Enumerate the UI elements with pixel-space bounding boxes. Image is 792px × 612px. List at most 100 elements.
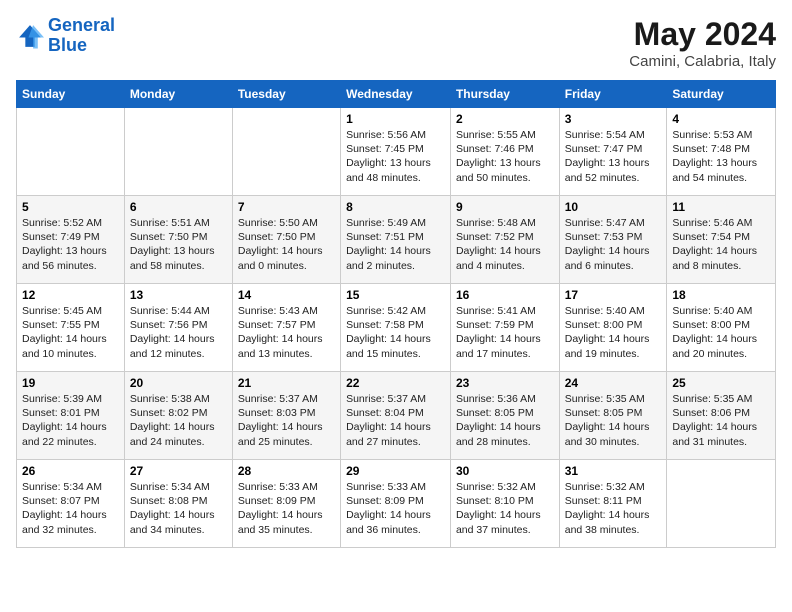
calendar-cell: 16 Sunrise: 5:41 AM Sunset: 7:59 PM Dayli…	[450, 284, 559, 372]
header-row: SundayMondayTuesdayWednesdayThursdayFrid…	[17, 81, 776, 108]
day-info: Sunrise: 5:33 AM Sunset: 8:09 PM Dayligh…	[238, 480, 335, 537]
day-number: 19	[22, 376, 119, 390]
day-info: Sunrise: 5:39 AM Sunset: 8:01 PM Dayligh…	[22, 392, 119, 449]
day-info: Sunrise: 5:32 AM Sunset: 8:10 PM Dayligh…	[456, 480, 554, 537]
day-info: Sunrise: 5:40 AM Sunset: 8:00 PM Dayligh…	[672, 304, 770, 361]
header-cell-monday: Monday	[124, 81, 232, 108]
month-title: May 2024	[629, 16, 776, 53]
calendar-body: 1Sunrise: 5:56 AM Sunset: 7:45 PM Daylig…	[17, 108, 776, 548]
header-cell-wednesday: Wednesday	[341, 81, 451, 108]
day-info: Sunrise: 5:33 AM Sunset: 8:09 PM Dayligh…	[346, 480, 445, 537]
calendar-cell: 19 Sunrise: 5:39 AM Sunset: 8:01 PM Dayli…	[17, 372, 125, 460]
calendar-cell: 7 Sunrise: 5:50 AM Sunset: 7:50 PM Daylig…	[232, 196, 340, 284]
calendar-cell: 3Sunrise: 5:54 AM Sunset: 7:47 PM Daylig…	[559, 108, 667, 196]
calendar-cell: 24 Sunrise: 5:35 AM Sunset: 8:05 PM Dayli…	[559, 372, 667, 460]
day-info: Sunrise: 5:32 AM Sunset: 8:11 PM Dayligh…	[565, 480, 662, 537]
calendar-cell: 28 Sunrise: 5:33 AM Sunset: 8:09 PM Dayli…	[232, 460, 340, 548]
day-info: Sunrise: 5:41 AM Sunset: 7:59 PM Dayligh…	[456, 304, 554, 361]
day-number: 26	[22, 464, 119, 478]
day-number: 15	[346, 288, 445, 302]
day-info: Sunrise: 5:46 AM Sunset: 7:54 PM Dayligh…	[672, 216, 770, 273]
day-info: Sunrise: 5:37 AM Sunset: 8:03 PM Dayligh…	[238, 392, 335, 449]
calendar-table: SundayMondayTuesdayWednesdayThursdayFrid…	[16, 80, 776, 548]
title-block: May 2024 Camini, Calabria, Italy	[629, 16, 776, 70]
location: Camini, Calabria, Italy	[629, 53, 776, 70]
calendar-header: SundayMondayTuesdayWednesdayThursdayFrid…	[17, 81, 776, 108]
calendar-cell: 18 Sunrise: 5:40 AM Sunset: 8:00 PM Dayli…	[667, 284, 776, 372]
day-number: 23	[456, 376, 554, 390]
day-info: Sunrise: 5:55 AM Sunset: 7:46 PM Dayligh…	[456, 128, 554, 185]
day-number: 5	[22, 200, 119, 214]
day-number: 28	[238, 464, 335, 478]
day-info: Sunrise: 5:54 AM Sunset: 7:47 PM Dayligh…	[565, 128, 662, 185]
calendar-cell: 6Sunrise: 5:51 AM Sunset: 7:50 PM Daylig…	[124, 196, 232, 284]
day-number: 18	[672, 288, 770, 302]
day-info: Sunrise: 5:52 AM Sunset: 7:49 PM Dayligh…	[22, 216, 119, 273]
day-number: 14	[238, 288, 335, 302]
day-number: 10	[565, 200, 662, 214]
calendar-cell: 20Sunrise: 5:38 AM Sunset: 8:02 PM Dayli…	[124, 372, 232, 460]
calendar-cell: 12Sunrise: 5:45 AM Sunset: 7:55 PM Dayli…	[17, 284, 125, 372]
day-info: Sunrise: 5:35 AM Sunset: 8:06 PM Dayligh…	[672, 392, 770, 449]
day-number: 27	[130, 464, 227, 478]
calendar-week-3: 12Sunrise: 5:45 AM Sunset: 7:55 PM Dayli…	[17, 284, 776, 372]
calendar-cell: 4 Sunrise: 5:53 AM Sunset: 7:48 PM Daylig…	[667, 108, 776, 196]
logo-icon	[16, 22, 44, 50]
logo-line2: Blue	[48, 35, 87, 55]
day-number: 8	[346, 200, 445, 214]
day-info: Sunrise: 5:53 AM Sunset: 7:48 PM Dayligh…	[672, 128, 770, 185]
day-info: Sunrise: 5:43 AM Sunset: 7:57 PM Dayligh…	[238, 304, 335, 361]
day-info: Sunrise: 5:50 AM Sunset: 7:50 PM Dayligh…	[238, 216, 335, 273]
day-number: 7	[238, 200, 335, 214]
calendar-cell: 2 Sunrise: 5:55 AM Sunset: 7:46 PM Daylig…	[450, 108, 559, 196]
day-number: 4	[672, 112, 770, 126]
day-info: Sunrise: 5:47 AM Sunset: 7:53 PM Dayligh…	[565, 216, 662, 273]
logo-text: General Blue	[48, 16, 115, 56]
calendar-cell	[232, 108, 340, 196]
calendar-cell: 5 Sunrise: 5:52 AM Sunset: 7:49 PM Daylig…	[17, 196, 125, 284]
day-info: Sunrise: 5:34 AM Sunset: 8:08 PM Dayligh…	[130, 480, 227, 537]
day-number: 17	[565, 288, 662, 302]
day-info: Sunrise: 5:56 AM Sunset: 7:45 PM Dayligh…	[346, 128, 445, 185]
page-header: General Blue May 2024 Camini, Calabria, …	[16, 16, 776, 70]
day-info: Sunrise: 5:51 AM Sunset: 7:50 PM Dayligh…	[130, 216, 227, 273]
day-info: Sunrise: 5:48 AM Sunset: 7:52 PM Dayligh…	[456, 216, 554, 273]
header-cell-saturday: Saturday	[667, 81, 776, 108]
calendar-cell: 8 Sunrise: 5:49 AM Sunset: 7:51 PM Daylig…	[341, 196, 451, 284]
header-cell-tuesday: Tuesday	[232, 81, 340, 108]
calendar-cell: 17 Sunrise: 5:40 AM Sunset: 8:00 PM Dayli…	[559, 284, 667, 372]
calendar-cell: 25 Sunrise: 5:35 AM Sunset: 8:06 PM Dayli…	[667, 372, 776, 460]
calendar-cell: 1Sunrise: 5:56 AM Sunset: 7:45 PM Daylig…	[341, 108, 451, 196]
calendar-week-5: 26 Sunrise: 5:34 AM Sunset: 8:07 PM Dayli…	[17, 460, 776, 548]
calendar-cell: 10 Sunrise: 5:47 AM Sunset: 7:53 PM Dayli…	[559, 196, 667, 284]
day-number: 2	[456, 112, 554, 126]
day-number: 20	[130, 376, 227, 390]
calendar-cell: 13Sunrise: 5:44 AM Sunset: 7:56 PM Dayli…	[124, 284, 232, 372]
logo: General Blue	[16, 16, 115, 56]
day-info: Sunrise: 5:36 AM Sunset: 8:05 PM Dayligh…	[456, 392, 554, 449]
calendar-cell: 21Sunrise: 5:37 AM Sunset: 8:03 PM Dayli…	[232, 372, 340, 460]
calendar-cell: 26 Sunrise: 5:34 AM Sunset: 8:07 PM Dayli…	[17, 460, 125, 548]
day-number: 11	[672, 200, 770, 214]
day-info: Sunrise: 5:37 AM Sunset: 8:04 PM Dayligh…	[346, 392, 445, 449]
calendar-week-1: 1Sunrise: 5:56 AM Sunset: 7:45 PM Daylig…	[17, 108, 776, 196]
calendar-cell: 31Sunrise: 5:32 AM Sunset: 8:11 PM Dayli…	[559, 460, 667, 548]
calendar-week-2: 5 Sunrise: 5:52 AM Sunset: 7:49 PM Daylig…	[17, 196, 776, 284]
day-number: 24	[565, 376, 662, 390]
day-info: Sunrise: 5:35 AM Sunset: 8:05 PM Dayligh…	[565, 392, 662, 449]
day-number: 29	[346, 464, 445, 478]
day-info: Sunrise: 5:42 AM Sunset: 7:58 PM Dayligh…	[346, 304, 445, 361]
day-info: Sunrise: 5:49 AM Sunset: 7:51 PM Dayligh…	[346, 216, 445, 273]
calendar-cell: 23 Sunrise: 5:36 AM Sunset: 8:05 PM Dayli…	[450, 372, 559, 460]
day-number: 16	[456, 288, 554, 302]
logo-line1: General	[48, 15, 115, 35]
calendar-cell: 22 Sunrise: 5:37 AM Sunset: 8:04 PM Dayli…	[341, 372, 451, 460]
calendar-cell: 29 Sunrise: 5:33 AM Sunset: 8:09 PM Dayli…	[341, 460, 451, 548]
day-number: 25	[672, 376, 770, 390]
day-info: Sunrise: 5:34 AM Sunset: 8:07 PM Dayligh…	[22, 480, 119, 537]
day-number: 22	[346, 376, 445, 390]
day-info: Sunrise: 5:44 AM Sunset: 7:56 PM Dayligh…	[130, 304, 227, 361]
header-cell-thursday: Thursday	[450, 81, 559, 108]
day-info: Sunrise: 5:40 AM Sunset: 8:00 PM Dayligh…	[565, 304, 662, 361]
day-number: 9	[456, 200, 554, 214]
